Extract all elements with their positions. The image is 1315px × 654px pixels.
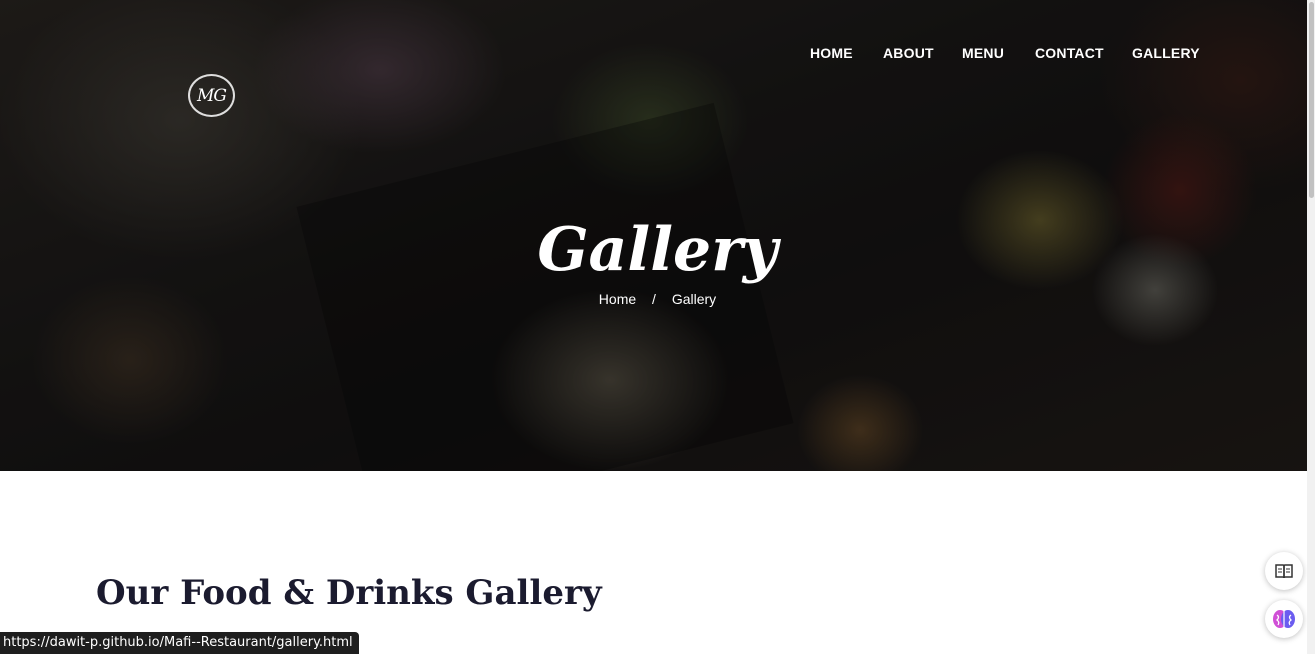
brain-icon bbox=[1273, 610, 1295, 628]
nav-item-contact[interactable]: CONTACT bbox=[1035, 45, 1104, 61]
open-book-icon bbox=[1275, 564, 1293, 579]
reader-mode-button[interactable] bbox=[1265, 552, 1303, 590]
assistant-button[interactable] bbox=[1265, 600, 1303, 638]
logo-text: MG bbox=[197, 85, 227, 106]
breadcrumb-current: Gallery bbox=[671, 291, 717, 307]
section-intro-text-cut bbox=[398, 646, 1178, 654]
site-logo[interactable]: MG bbox=[188, 74, 235, 117]
status-bar-url: https://dawit-p.github.io/Mafi--Restaura… bbox=[0, 632, 359, 654]
section-title: Our Food & Drinks Gallery bbox=[96, 573, 602, 613]
nav-item-menu[interactable]: MENU bbox=[962, 45, 1004, 61]
breadcrumb-separator: / bbox=[652, 291, 656, 307]
nav-item-about[interactable]: ABOUT bbox=[883, 45, 934, 61]
hero-banner: MG HOME ABOUT MENU CONTACT GALLERY Galle… bbox=[0, 0, 1315, 471]
nav-item-home[interactable]: HOME bbox=[810, 45, 853, 61]
main-nav: HOME ABOUT MENU CONTACT GALLERY bbox=[0, 45, 1315, 65]
nav-item-gallery[interactable]: GALLERY bbox=[1132, 45, 1200, 61]
page-scrollbar[interactable] bbox=[1307, 0, 1315, 654]
page-title: Gallery bbox=[537, 215, 778, 285]
breadcrumb-home-link[interactable]: Home bbox=[599, 291, 636, 307]
breadcrumb: Home / Gallery bbox=[0, 291, 1315, 307]
scrollbar-thumb[interactable] bbox=[1309, 2, 1314, 198]
